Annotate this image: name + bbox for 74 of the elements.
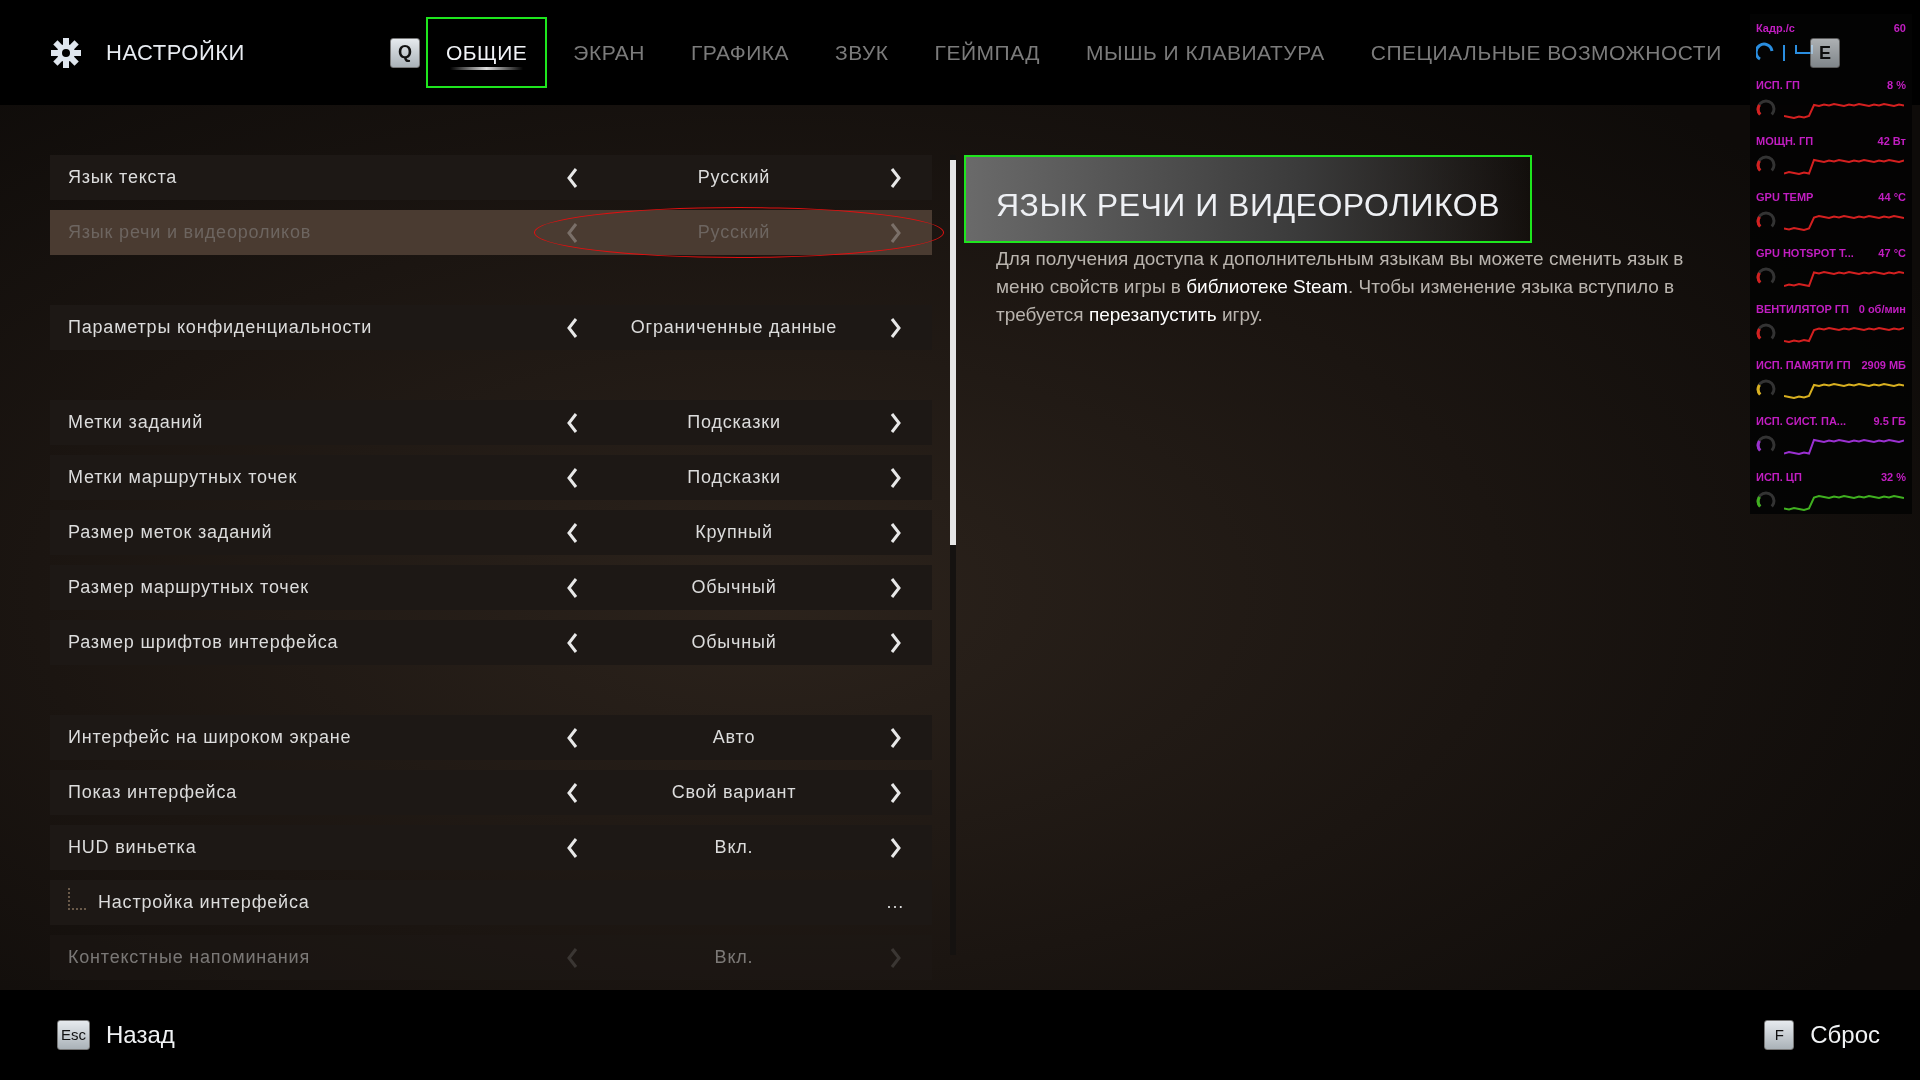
tab[interactable]: ГРАФИКА [670,16,810,89]
tab[interactable]: МЫШЬ И КЛАВИАТУРА [1066,16,1345,89]
setting-row[interactable]: Язык текста Русский [50,155,932,200]
metric-value: 8 % [1887,77,1906,93]
setting-label: Размер шрифтов интерфейса [68,631,340,654]
setting-label: Показ интерфейса [68,781,239,804]
metric-value: 0 об/мин [1858,301,1906,317]
metric-value: 47 °C [1878,245,1906,261]
setting-row[interactable]: Размер меток заданий Крупный [50,510,932,555]
metric-label: ИСП. ГП [1756,77,1800,93]
metric-value: 9.5 ГБ [1873,413,1906,429]
setting-label: Метки маршрутных точек [68,466,299,489]
button-label: Сброс [1810,1020,1880,1050]
setting-value: Русский [697,166,771,189]
tab[interactable]: ЭКРАН [553,16,665,89]
setting-row[interactable]: Метки заданий Подсказки [50,400,932,445]
metric-label: ИСП. ПАМЯТИ ГП [1756,357,1851,373]
setting-row[interactable]: Параметры конфиденциальности Ограниченные данные [50,305,932,350]
metric-label: ИСП. СИСТ. ПА... [1756,413,1846,429]
setting-label: Интерфейс на широком экране [68,726,353,749]
metric-value: 2909 МБ [1861,357,1906,373]
scrollbar-thumb[interactable] [950,160,956,545]
setting-value: Вкл. [714,836,754,859]
setting-row[interactable]: HUD виньетка Вкл. [50,825,932,870]
key-hint[interactable]: Q [389,37,420,68]
key-hint: F [1764,1020,1795,1050]
description-text: Для получения доступа к дополнительным языкам вы можете сменить язык в [996,247,1684,271]
metric-label: Кадр./с [1756,21,1795,36]
metric-label: GPU TEMP [1756,189,1814,205]
setting-label: Размер меток заданий [68,521,274,544]
setting-label: HUD виньетка [68,836,198,859]
setting-row[interactable]: Показ интерфейса Свой вариант [50,770,932,815]
tab[interactable]: ОБЩИЕ [425,16,548,89]
metric-label: ИСП. ЦП [1756,469,1802,485]
settings-icon [50,36,82,69]
metric-value: 60 [1893,21,1906,36]
back-button[interactable]: Esc Назад [57,1017,175,1053]
setting-label: Настройка интерфейса [98,891,311,914]
reset-button[interactable]: F Сброс [1764,1017,1880,1053]
description-text: меню свойств игры в библиотеке Steam. Чтобы изменение языка вступило в [996,275,1675,299]
setting-row[interactable]: Интерфейс на широком экране Авто [50,715,932,760]
setting-value: Подсказки [687,411,781,434]
metric-value: 42 Вт [1877,133,1906,149]
key-hint[interactable]: E [1810,38,1840,68]
key-hint: Esc [57,1020,90,1050]
setting-row[interactable]: Метки маршрутных точек Подсказки [50,455,932,500]
metric-label: МОЩН. ГП [1756,133,1814,149]
tab[interactable]: СПЕЦИАЛЬНЫЕ ВОЗМОЖНОСТИ [1350,16,1742,89]
setting-value: Обычный [691,576,777,599]
tab[interactable]: ЗВУК [815,16,909,89]
metric-label: ВЕНТИЛЯТОР ГП [1756,301,1849,317]
setting-value: Свой вариант [671,781,797,804]
metric-value: 44 °C [1878,189,1906,205]
setting-value: Обычный [691,631,777,654]
setting-label: Контекстные напоминания [68,946,311,969]
metric-value: 32 % [1880,469,1906,485]
ellipsis-value[interactable]: ... [886,889,904,916]
setting-value: Ограниченные данные [630,316,838,339]
setting-label: Размер маршрутных точек [68,576,310,599]
setting-value: Вкл. [714,946,754,969]
setting-label: Язык текста [68,166,179,189]
metric-label: GPU HOTSPOT T... [1756,245,1854,261]
setting-value: Подсказки [687,466,781,489]
setting-row[interactable]: Размер маршрутных точек Обычный [50,565,932,610]
button-label: Назад [106,1020,175,1050]
setting-value: Крупный [695,521,773,544]
detail-title: ЯЗЫК РЕЧИ И ВИДЕОРОЛИКОВ [964,155,1533,243]
setting-value: Авто [712,726,756,749]
setting-label: Параметры конфиденциальности [68,316,374,339]
description-text: требуется перезапустить игру. [996,303,1263,327]
page-title: НАСТРОЙКИ [106,39,245,67]
setting-row[interactable]: Размер шрифтов интерфейса Обычный [50,620,932,665]
tab[interactable]: ГЕЙМПАД [914,16,1061,89]
setting-label: Метки заданий [68,411,204,434]
